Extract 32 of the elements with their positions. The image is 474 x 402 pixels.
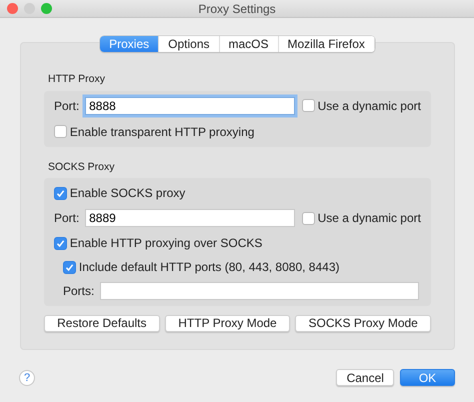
mode-button[interactable]: Restore Defaults [44,315,160,332]
mode-button[interactable]: SOCKS Proxy Mode [295,315,431,332]
field-label: Port: [54,98,80,115]
checkbox[interactable] [54,236,67,250]
ports-field[interactable] [100,282,419,300]
mode-button[interactable]: HTTP Proxy Mode [165,315,290,332]
checkbox-label[interactable]: Use a dynamic port [318,96,421,115]
checkbox-label[interactable]: Enable transparent HTTP proxying [70,122,254,141]
checkbox[interactable] [63,260,76,274]
cancel-button[interactable]: Cancel [336,369,394,386]
group-title: HTTP Proxy [48,73,105,85]
tab[interactable]: macOS [220,36,279,52]
maximize-icon[interactable] [40,3,52,14]
checkbox-label[interactable]: Use a dynamic port [318,209,421,228]
close-icon[interactable] [7,3,18,14]
tab[interactable]: Mozilla Firefox [278,36,375,52]
checkbox-label[interactable]: Enable HTTP proxying over SOCKS [70,234,262,252]
checkbox-label[interactable]: Include default HTTP ports (80, 443, 8080, 8443) [78,258,340,276]
checkbox[interactable] [54,186,67,200]
port-field[interactable]: 8888 [85,96,295,115]
checkbox[interactable] [54,125,67,138]
minimize-icon[interactable] [24,3,35,14]
field-label: Ports: [63,283,94,300]
checkbox[interactable] [302,212,315,225]
group-title: SOCKS Proxy [48,160,115,173]
tab[interactable]: Options [159,36,220,52]
checkbox-label[interactable]: Enable SOCKS proxy [70,184,186,202]
window-title: Proxy Settings [198,2,276,16]
field-label: Port: [54,210,80,228]
checkbox[interactable] [302,99,315,112]
help-button[interactable]: ? [19,370,35,386]
port-field[interactable]: 8889 [85,209,295,228]
